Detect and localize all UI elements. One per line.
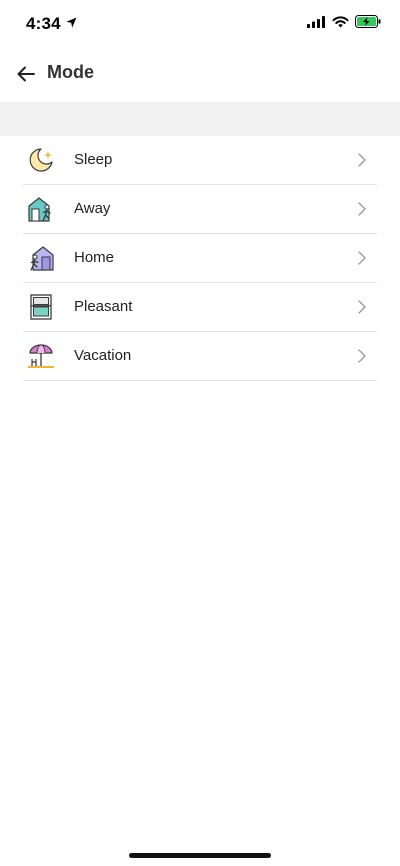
chevron-right-icon — [358, 202, 366, 216]
cellular-signal-icon — [307, 15, 325, 28]
status-indicators — [307, 15, 382, 28]
battery-charging-icon — [355, 15, 381, 28]
chevron-right-icon — [358, 349, 366, 363]
mode-item-pleasant[interactable]: Pleasant — [23, 283, 377, 332]
status-bar: 4:34 — [0, 0, 400, 48]
beach-umbrella-icon — [28, 344, 54, 368]
house-walking-in-icon — [30, 246, 54, 271]
mode-item-home[interactable]: Home — [23, 234, 377, 283]
status-time: 4:34 — [26, 14, 61, 33]
moon-star-icon — [29, 148, 53, 172]
home-indicator[interactable] — [129, 853, 271, 858]
mode-item-sleep[interactable]: Sleep — [23, 136, 377, 185]
chevron-right-icon — [358, 153, 366, 167]
chevron-right-icon — [358, 300, 366, 314]
mode-label-vacation: Vacation — [74, 347, 132, 364]
house-walking-out-icon — [28, 197, 51, 222]
back-arrow-icon[interactable] — [14, 62, 38, 86]
location-arrow-icon — [66, 17, 77, 28]
mode-item-vacation[interactable]: Vacation — [23, 332, 377, 381]
mode-label-sleep: Sleep — [74, 151, 113, 168]
mode-list: Sleep Away Home Pleasant Vacation — [23, 136, 377, 381]
window-icon — [30, 294, 52, 320]
chevron-right-icon — [358, 251, 366, 265]
nav-bar: Mode — [0, 48, 400, 100]
wifi-icon — [332, 15, 349, 27]
section-spacer — [0, 102, 400, 136]
mode-item-away[interactable]: Away — [23, 185, 377, 234]
mode-label-away: Away — [74, 200, 111, 217]
mode-label-home: Home — [74, 249, 115, 266]
mode-label-pleasant: Pleasant — [74, 298, 133, 315]
page-title: Mode — [47, 62, 94, 82]
